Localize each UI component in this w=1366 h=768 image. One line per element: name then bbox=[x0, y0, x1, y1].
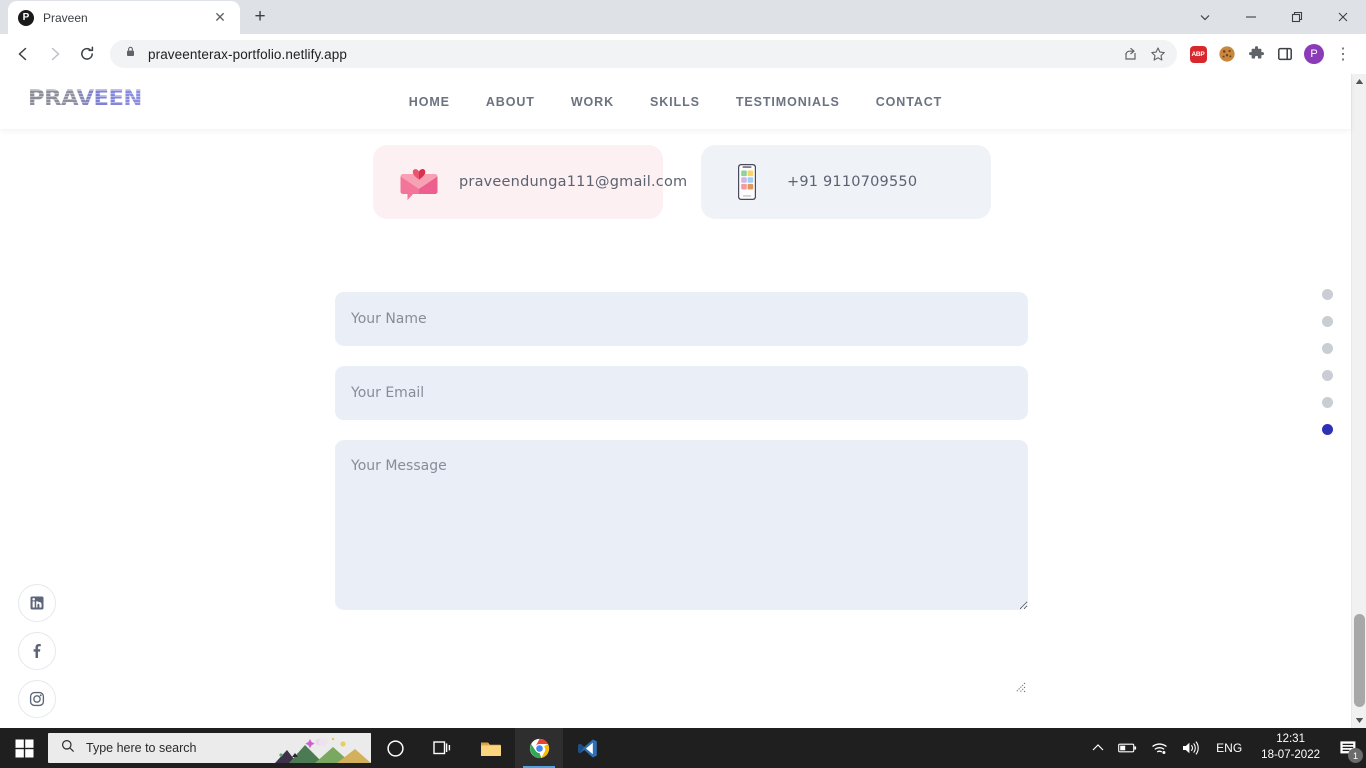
contact-card-phone[interactable]: +91 9110709550 bbox=[701, 145, 991, 219]
nav-link-about[interactable]: ABOUT bbox=[468, 95, 553, 109]
share-icon[interactable] bbox=[1117, 41, 1143, 67]
taskbar-chrome[interactable] bbox=[515, 728, 563, 768]
browser-tab[interactable]: P Praveen ✕ bbox=[8, 1, 240, 34]
mobile-phone-icon bbox=[725, 160, 769, 204]
tab-strip: P Praveen ✕ + bbox=[0, 0, 1366, 34]
section-dot-1[interactable] bbox=[1322, 289, 1333, 300]
nav-link-work[interactable]: WORK bbox=[553, 95, 632, 109]
address-bar[interactable]: praveenterax-portfolio.netlify.app bbox=[110, 40, 1177, 68]
social-link-facebook[interactable] bbox=[18, 632, 56, 670]
notification-center-button[interactable]: 1 bbox=[1330, 728, 1366, 768]
profile-avatar[interactable]: P bbox=[1301, 41, 1327, 67]
browser-toolbar: praveenterax-portfolio.netlify.app ABP P… bbox=[0, 34, 1366, 74]
social-link-instagram[interactable] bbox=[18, 680, 56, 718]
clock-time: 12:31 bbox=[1276, 733, 1305, 746]
section-dot-5[interactable] bbox=[1322, 397, 1333, 408]
tab-title: Praveen bbox=[43, 10, 88, 25]
chrome-browser-window: P Praveen ✕ + praveenterax-portfolio.net… bbox=[0, 0, 1366, 728]
social-links-rail bbox=[18, 584, 56, 718]
page-scrollbar[interactable] bbox=[1351, 74, 1366, 728]
nav-link-contact[interactable]: CONTACT bbox=[858, 95, 960, 109]
praveen-favicon: P bbox=[18, 9, 34, 26]
contact-email-value: praveendunga111@gmail.com bbox=[459, 174, 688, 190]
taskbar-search-box[interactable]: Type here to search bbox=[48, 733, 371, 763]
new-tab-button[interactable]: + bbox=[246, 3, 274, 31]
reload-button[interactable] bbox=[72, 39, 102, 69]
site-header: PRAVEEN HOME ABOUT WORK SKILLS TESTIMONI… bbox=[0, 74, 1351, 129]
page-viewport: PRAVEEN HOME ABOUT WORK SKILLS TESTIMONI… bbox=[0, 74, 1366, 728]
nav-link-home[interactable]: HOME bbox=[391, 95, 468, 109]
email-input[interactable] bbox=[335, 366, 1028, 420]
love-letter-icon bbox=[397, 160, 441, 204]
forward-button[interactable] bbox=[40, 39, 70, 69]
battery-icon[interactable] bbox=[1111, 728, 1144, 768]
section-dot-navigation bbox=[1322, 289, 1333, 435]
address-bar-url: praveenterax-portfolio.netlify.app bbox=[148, 46, 348, 62]
scroll-up-arrow[interactable] bbox=[1352, 74, 1366, 89]
taskbar-task-view[interactable] bbox=[419, 728, 467, 768]
extensions-puzzle-button[interactable] bbox=[1243, 41, 1269, 67]
section-dot-3[interactable] bbox=[1322, 343, 1333, 354]
nav-link-skills[interactable]: SKILLS bbox=[632, 95, 718, 109]
system-tray: ENG 12:31 18-07-2022 1 bbox=[1085, 728, 1366, 768]
language-indicator[interactable]: ENG bbox=[1207, 741, 1251, 755]
clock-date: 18-07-2022 bbox=[1261, 749, 1320, 761]
notification-count-badge: 1 bbox=[1348, 748, 1363, 763]
windows-taskbar: Type here to search ENG 12:31 18-07-2022… bbox=[0, 728, 1366, 768]
show-hidden-icons-chevron[interactable] bbox=[1085, 728, 1111, 768]
side-panel-button[interactable] bbox=[1272, 41, 1298, 67]
bookmark-star-icon[interactable] bbox=[1145, 41, 1171, 67]
scrollbar-thumb[interactable] bbox=[1354, 614, 1365, 707]
close-window-button[interactable] bbox=[1320, 0, 1366, 34]
social-link-linkedin[interactable] bbox=[18, 584, 56, 622]
site-navigation: HOME ABOUT WORK SKILLS TESTIMONIALS CONT… bbox=[0, 74, 1351, 129]
adblock-plus-extension[interactable]: ABP bbox=[1185, 41, 1211, 67]
portfolio-page: PRAVEEN HOME ABOUT WORK SKILLS TESTIMONI… bbox=[0, 74, 1351, 728]
contact-cards: praveendunga111@gmail.com +91 9110709550 bbox=[373, 145, 991, 219]
section-dot-2[interactable] bbox=[1322, 316, 1333, 327]
lock-icon bbox=[124, 45, 137, 63]
nav-link-testimonials[interactable]: TESTIMONIALS bbox=[718, 95, 858, 109]
back-button[interactable] bbox=[8, 39, 38, 69]
volume-icon[interactable] bbox=[1175, 728, 1207, 768]
contact-form: Send Message bbox=[335, 292, 1028, 693]
minimize-button[interactable] bbox=[1228, 0, 1274, 34]
chrome-menu-button[interactable]: ⋮ bbox=[1330, 39, 1356, 69]
window-controls bbox=[1182, 0, 1366, 34]
taskbar-cortana[interactable] bbox=[371, 728, 419, 768]
tab-search-button[interactable] bbox=[1182, 0, 1228, 34]
start-button[interactable] bbox=[0, 728, 48, 768]
contact-card-email[interactable]: praveendunga111@gmail.com bbox=[373, 145, 687, 219]
close-tab-icon[interactable]: ✕ bbox=[210, 8, 230, 28]
extensions-area: ABP P ⋮ bbox=[1185, 39, 1358, 69]
scroll-down-arrow[interactable] bbox=[1352, 713, 1366, 728]
section-dot-4[interactable] bbox=[1322, 370, 1333, 381]
taskbar-vscode[interactable] bbox=[563, 728, 611, 768]
taskbar-file-explorer[interactable] bbox=[467, 728, 515, 768]
search-decoration-art bbox=[275, 733, 371, 763]
wifi-icon[interactable] bbox=[1144, 728, 1175, 768]
section-dot-6[interactable] bbox=[1322, 424, 1333, 435]
maximize-button[interactable] bbox=[1274, 0, 1320, 34]
name-input[interactable] bbox=[335, 292, 1028, 346]
search-icon bbox=[61, 739, 75, 758]
contact-phone-value: +91 9110709550 bbox=[787, 174, 918, 190]
taskbar-search-placeholder: Type here to search bbox=[86, 741, 197, 755]
taskbar-clock[interactable]: 12:31 18-07-2022 bbox=[1251, 732, 1330, 763]
cookie-extension[interactable] bbox=[1214, 41, 1240, 67]
message-textarea[interactable] bbox=[335, 440, 1028, 610]
textarea-resize-grip[interactable] bbox=[1013, 680, 1027, 694]
